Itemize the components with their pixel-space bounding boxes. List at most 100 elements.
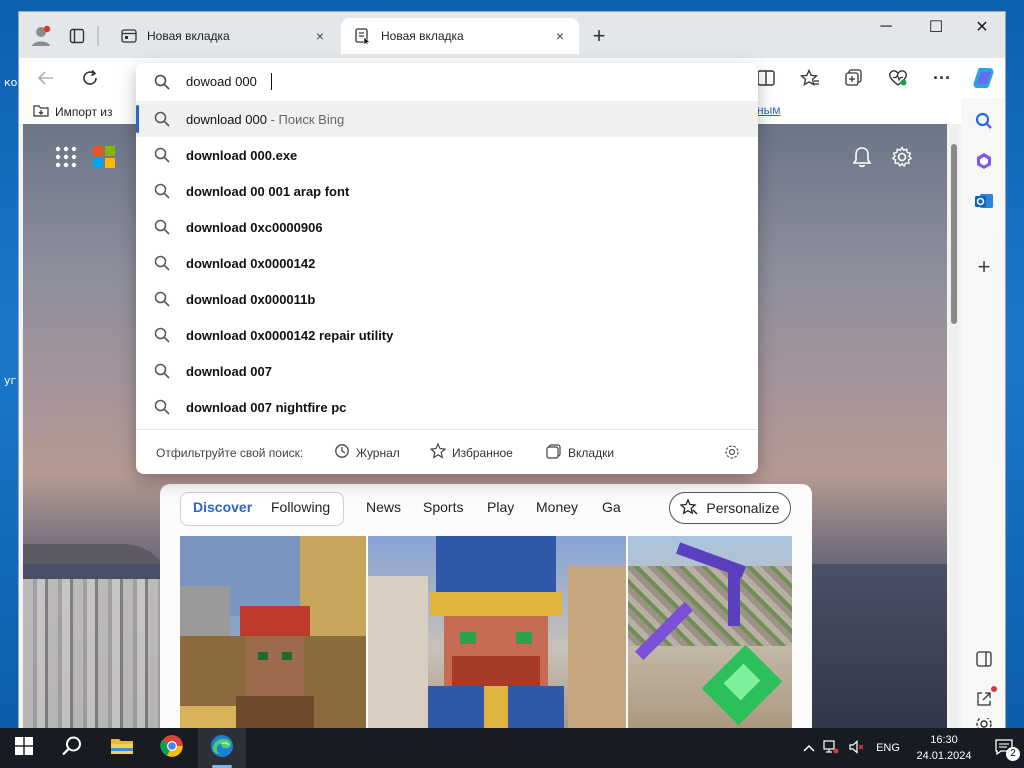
page-settings-gear-icon[interactable]: [891, 146, 913, 173]
tab-news[interactable]: News: [366, 499, 401, 515]
collections-icon[interactable]: [843, 67, 865, 89]
import-favorites-button[interactable]: Импорт из: [33, 103, 113, 120]
folder-icon: [110, 736, 134, 761]
microsoft-logo-icon: [93, 146, 115, 173]
close-tab-icon[interactable]: ×: [551, 28, 569, 44]
suggestion-row[interactable]: download 0x0000142: [136, 245, 758, 281]
apps-launcher-icon[interactable]: [55, 146, 77, 173]
new-tab-page-icon: [355, 28, 371, 44]
tabs-icon: [546, 443, 562, 462]
suggestion-prefix: download: [186, 147, 251, 163]
edge-button[interactable]: [198, 728, 246, 768]
tab-new-tab-1[interactable]: Новая вкладка ×: [107, 18, 339, 54]
taskbar-search-button[interactable]: [48, 728, 96, 768]
outlook-icon[interactable]: [973, 190, 995, 212]
minimize-button[interactable]: ─: [863, 12, 909, 42]
start-button[interactable]: [0, 728, 48, 768]
suggestion-completion: 007 nightfire pc: [250, 399, 347, 415]
personalize-button[interactable]: Personalize: [669, 492, 791, 524]
suggestion-completion: 0x000011b: [250, 291, 316, 307]
suggestion-row[interactable]: download 007 nightfire pc: [136, 389, 758, 425]
hide-sidebar-icon[interactable]: [973, 648, 995, 670]
filter-history-button[interactable]: Журнал: [334, 443, 400, 462]
suggestion-text: download 007: [186, 364, 272, 379]
search-icon: [154, 399, 170, 420]
add-sidebar-app-icon[interactable]: +: [973, 254, 995, 279]
tab-play[interactable]: Play: [487, 499, 514, 515]
suggestion-source: - Поиск Bing: [266, 111, 345, 127]
search-icon: [61, 735, 83, 762]
new-tab-page-icon: [121, 29, 137, 43]
address-bar[interactable]: dowoad 000: [136, 63, 758, 101]
suggestion-row[interactable]: download 007: [136, 353, 758, 389]
search-sidebar-icon[interactable]: [973, 110, 995, 132]
tab-following[interactable]: Following: [271, 499, 330, 515]
profile-icon[interactable]: [29, 24, 53, 48]
maximize-button[interactable]: ☐: [913, 12, 959, 42]
suggestion-query: download 000: [186, 111, 267, 127]
close-window-button[interactable]: ✕: [959, 12, 1005, 42]
copilot-icon[interactable]: [971, 65, 997, 91]
tab-title: Новая вкладка: [147, 29, 230, 43]
new-tab-button[interactable]: +: [589, 23, 609, 48]
tab-strip: Новая вкладка × Новая вкладка × + ─ ☐ ✕: [19, 12, 1005, 58]
file-explorer-button[interactable]: [98, 728, 146, 768]
tab-ga[interactable]: Ga: [602, 499, 621, 515]
refresh-icon[interactable]: [79, 67, 101, 89]
tab-title: Новая вкладка: [381, 29, 464, 43]
volume-muted-icon[interactable]: [844, 739, 870, 757]
filter-tabs-button[interactable]: Вкладки: [546, 443, 614, 462]
network-icon[interactable]: [818, 739, 844, 757]
suggestion-text: download 0xc0000906: [186, 220, 323, 235]
import-label: Импорт из: [55, 104, 113, 119]
suggestion-prefix: download: [186, 219, 251, 235]
tab-money[interactable]: Money: [536, 499, 578, 515]
page-scrollbar[interactable]: [949, 124, 959, 729]
suggestion-prefix: download: [186, 183, 251, 199]
search-icon: [154, 327, 170, 348]
system-tray: ENG 16:30 24.01.2024 2: [800, 728, 1024, 768]
tab-sports[interactable]: Sports: [423, 499, 463, 515]
tab-discover[interactable]: Discover: [193, 499, 252, 515]
notification-count-badge: 2: [1006, 746, 1020, 761]
favorites-icon[interactable]: [799, 67, 821, 89]
suggestion-prefix: download: [186, 327, 251, 343]
filter-favorites-button[interactable]: Избранное: [429, 442, 513, 462]
address-input[interactable]: dowoad 000: [186, 74, 257, 89]
news-image-villager[interactable]: [180, 536, 366, 729]
suggestion-row[interactable]: download 0xc0000906: [136, 209, 758, 245]
more-options-icon[interactable]: ···: [931, 67, 953, 89]
search-icon: [154, 291, 170, 312]
address-bar-dropdown: dowoad 000 download 000 - Поиск Bing down…: [136, 63, 758, 474]
filter-settings-gear-icon[interactable]: [724, 444, 740, 463]
chrome-icon: [160, 734, 184, 763]
notification-center-icon[interactable]: 2: [982, 738, 1024, 761]
close-tab-icon[interactable]: ×: [311, 28, 329, 44]
desktop-label: ко: [4, 76, 18, 89]
tab-actions-icon[interactable]: [67, 26, 87, 46]
suggestion-row[interactable]: download 0x0000142 repair utility: [136, 317, 758, 353]
split-screen-icon[interactable]: [755, 67, 777, 89]
notifications-bell-icon[interactable]: [851, 146, 873, 173]
office-icon[interactable]: [973, 150, 995, 172]
suggestion-prefix: download: [186, 363, 251, 379]
news-image-pickaxe[interactable]: [628, 536, 792, 729]
suggestion-row[interactable]: download 00 001 arap font: [136, 173, 758, 209]
show-hidden-icons-chevron-icon[interactable]: [800, 741, 818, 755]
suggestion-row[interactable]: download 000 - Поиск Bing: [136, 101, 758, 137]
feed-image-strip: [180, 536, 792, 729]
right-sidebar: +: [961, 98, 1005, 730]
search-icon: [154, 74, 170, 95]
suggestion-row[interactable]: download 0x000011b: [136, 281, 758, 317]
browser-essentials-icon[interactable]: [887, 67, 909, 89]
chrome-button[interactable]: [148, 728, 196, 768]
clock[interactable]: 16:30 24.01.2024: [906, 732, 982, 764]
star-icon: [429, 442, 447, 462]
back-icon[interactable]: [35, 68, 57, 88]
scrollbar-thumb[interactable]: [951, 144, 957, 324]
news-feed: Discover Following News Sports Play Mone…: [160, 484, 812, 729]
news-image-wizard[interactable]: [368, 536, 626, 729]
language-indicator[interactable]: ENG: [870, 742, 906, 754]
tab-new-tab-2[interactable]: Новая вкладка ×: [341, 18, 579, 54]
suggestion-row[interactable]: download 000.exe: [136, 137, 758, 173]
